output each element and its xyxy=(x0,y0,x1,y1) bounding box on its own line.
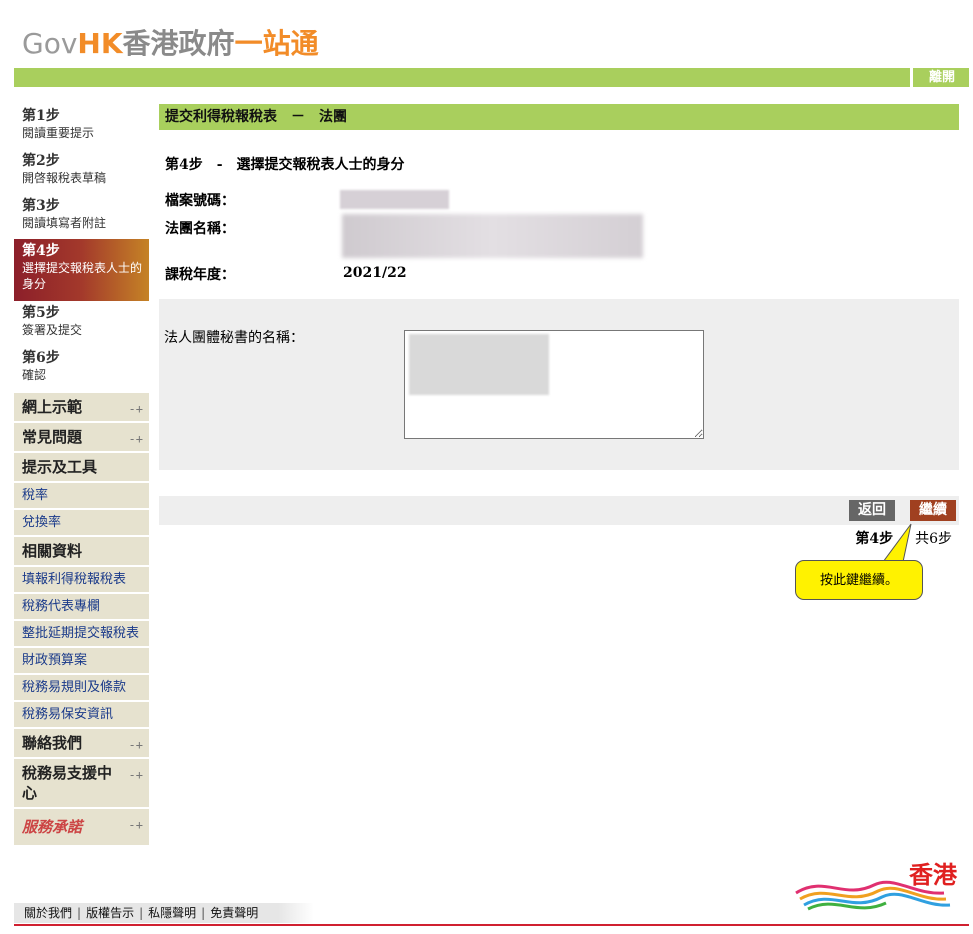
footer-links: 關於我們 | 版權告示 | 私隱聲明 | 免責聲明 xyxy=(14,903,314,923)
step-number: 第3步 xyxy=(22,198,60,214)
menu-tips-heading: 提示及工具 xyxy=(14,453,149,483)
continue-tooltip: 按此鍵繼續。 xyxy=(795,560,923,600)
hk-brand-text: 香港 xyxy=(909,861,957,889)
footer-disclaimer[interactable]: 免責聲明 xyxy=(210,906,258,920)
menu-label: 網上示範 xyxy=(22,398,83,416)
corp-name-label: 法團名稱： xyxy=(165,221,235,237)
expand-icon: -+ xyxy=(128,738,143,752)
step-1: 第1步 閱讀重要提示 xyxy=(14,104,149,149)
step-5: 第5步 簽署及提交 xyxy=(14,301,149,346)
step-desc: 選擇提交報稅表人士的身分 xyxy=(22,261,143,291)
continue-button[interactable]: 繼續 xyxy=(910,500,956,521)
menu-related-item[interactable]: 稅務易規則及條款 xyxy=(14,675,149,702)
file-no-label: 檔案號碼： xyxy=(165,193,235,209)
step-number: 第4步 xyxy=(22,243,60,259)
logo-cn-gray: 香港政府 xyxy=(122,27,235,60)
secretary-section: 法人團體秘書的名稱： xyxy=(159,299,959,470)
step-2: 第2步 開啓報稅表草稿 xyxy=(14,149,149,194)
step-desc: 閱讀填寫者附註 xyxy=(22,216,107,230)
menu-related-item[interactable]: 填報利得稅報稅表 xyxy=(14,567,149,594)
menu-related-item[interactable]: 整批延期提交報稅表 xyxy=(14,621,149,648)
logo-hk: HK xyxy=(77,27,123,60)
menu-demo[interactable]: 網上示範 -+ xyxy=(14,393,149,423)
expand-icon: -+ xyxy=(128,818,143,832)
step-number: 第5步 xyxy=(22,305,60,321)
expand-icon: -+ xyxy=(128,768,143,782)
secretary-label: 法人團體秘書的名稱： xyxy=(164,330,304,346)
menu-service-pledge[interactable]: 服務承諾 -+ xyxy=(14,809,149,847)
footer-copyright[interactable]: 版權告示 xyxy=(86,906,134,920)
menu-related-item[interactable]: 稅務代表專欄 xyxy=(14,594,149,621)
menu-related-item[interactable]: 財政預算案 xyxy=(14,648,149,675)
step-desc: 簽署及提交 xyxy=(22,323,83,337)
footer-privacy[interactable]: 私隱聲明 xyxy=(148,906,196,920)
year-value: 2021/22 xyxy=(343,265,407,281)
step-3: 第3步 閱讀填寫者附註 xyxy=(14,194,149,239)
pager-total: 共6步 xyxy=(915,531,952,547)
button-bar: 返回 繼續 xyxy=(159,496,959,525)
step-number: 第2步 xyxy=(22,153,60,169)
year-label: 課稅年度： xyxy=(165,267,235,283)
menu-label: 稅務易支援中心 xyxy=(22,764,113,802)
footer-about[interactable]: 關於我們 xyxy=(24,906,72,920)
govhk-logo[interactable]: GovHK香港政府一站通 xyxy=(22,22,319,62)
step-desc: 確認 xyxy=(22,368,47,382)
footer-divider xyxy=(14,924,969,926)
step-desc: 閱讀重要提示 xyxy=(22,126,95,140)
logo-cn-orange: 一站通 xyxy=(234,27,319,60)
step-4-active: 第4步 選擇提交報稅表人士的身分 xyxy=(14,239,149,301)
expand-icon: -+ xyxy=(128,402,143,416)
menu-label: 常見問題 xyxy=(22,428,83,446)
brand-hongkong-logo: 香港 xyxy=(794,855,959,915)
side-menu: 網上示範 -+ 常見問題 -+ 提示及工具 稅率 兌換率 相關資料 填報利得稅報稅表… xyxy=(14,393,149,847)
step-number: 第1步 xyxy=(22,108,60,124)
corp-name-redacted xyxy=(342,214,643,258)
step-title: 第4步 - 選擇提交報稅表人士的身分 xyxy=(165,157,405,173)
sidebar: 第1步 閱讀重要提示 第2步 開啓報稅表草稿 第3步 閱讀填寫者附註 第4步 選… xyxy=(14,104,149,847)
file-no-redacted xyxy=(340,190,449,209)
menu-tax-rate[interactable]: 稅率 xyxy=(14,483,149,510)
step-desc: 開啓報稅表草稿 xyxy=(22,171,107,185)
back-button[interactable]: 返回 xyxy=(849,500,895,521)
menu-related-item[interactable]: 稅務易保安資訊 xyxy=(14,702,149,729)
tooltip-pointer xyxy=(882,523,912,562)
step-number: 第6步 xyxy=(22,350,60,366)
expand-icon: -+ xyxy=(128,432,143,446)
secretary-redacted xyxy=(409,334,549,395)
menu-label: 聯絡我們 xyxy=(22,734,83,752)
page-title: 提交利得稅報稅表 － 法團 xyxy=(159,104,959,130)
menu-support[interactable]: 稅務易支援中心 -+ xyxy=(14,759,149,809)
top-bar: 離開 xyxy=(14,68,969,87)
logout-button[interactable]: 離開 xyxy=(909,68,969,87)
menu-exchange-rate[interactable]: 兌換率 xyxy=(14,510,149,537)
pledge-logo: 服務承諾 xyxy=(22,818,83,836)
menu-related-heading: 相關資料 xyxy=(14,537,149,567)
logo-gov: Gov xyxy=(22,27,78,60)
menu-faq[interactable]: 常見問題 -+ xyxy=(14,423,149,453)
main-content: 提交利得稅報稅表 － 法團 第4步 - 選擇提交報稅表人士的身分 檔案號碼： 法… xyxy=(159,104,959,600)
menu-contact[interactable]: 聯絡我們 -+ xyxy=(14,729,149,759)
step-6: 第6步 確認 xyxy=(14,346,149,391)
